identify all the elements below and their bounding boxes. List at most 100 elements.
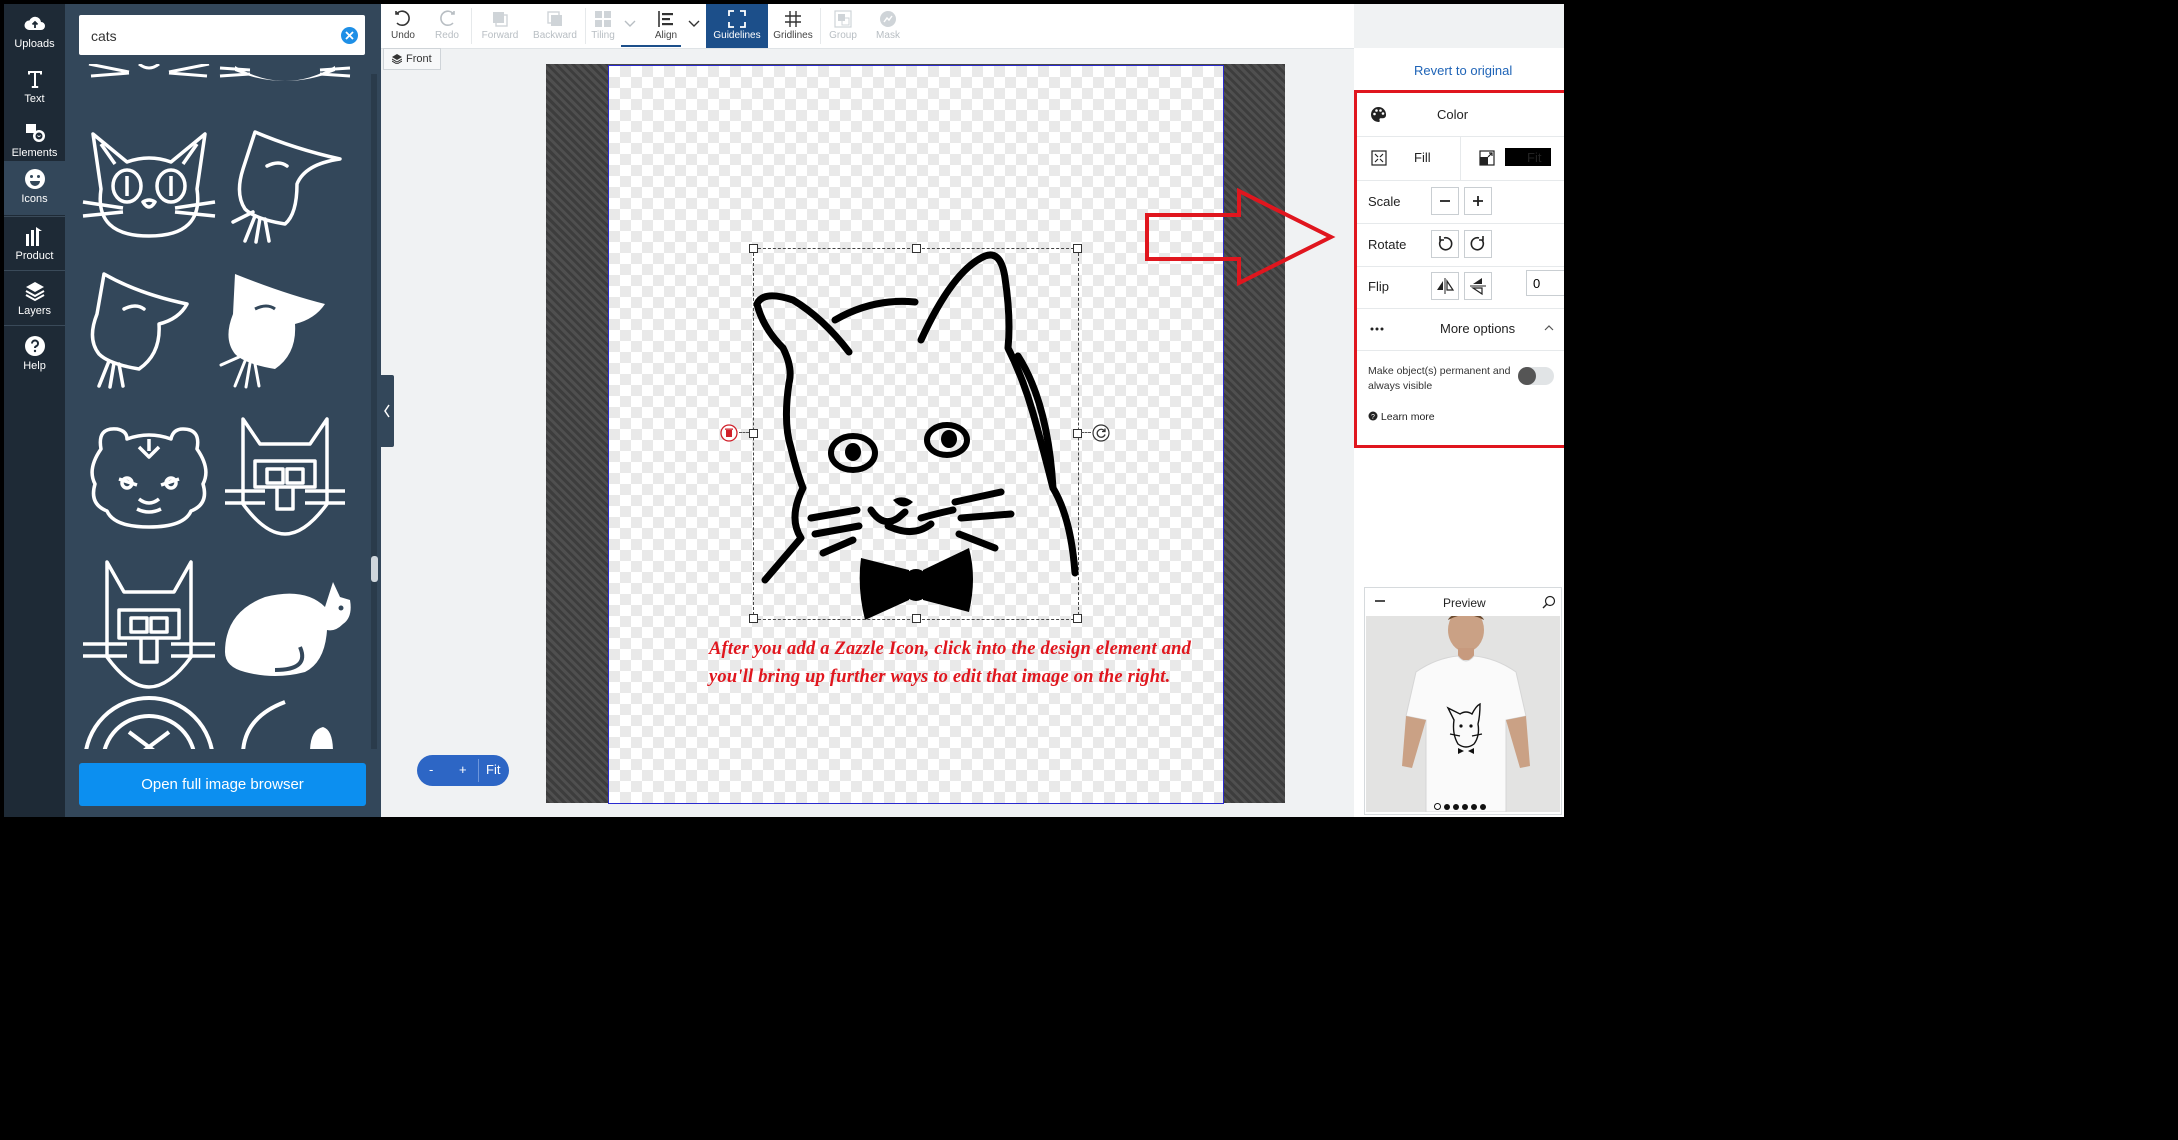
mask-button[interactable]: Mask bbox=[866, 4, 910, 48]
icon-result-partial-2[interactable] bbox=[215, 64, 355, 96]
page-dot[interactable] bbox=[1480, 804, 1486, 810]
rail-label: Uploads bbox=[14, 38, 55, 50]
tiling-button[interactable]: Tiling bbox=[587, 4, 619, 48]
tiling-dropdown[interactable] bbox=[619, 4, 641, 48]
icon-result-cat-totem-2[interactable] bbox=[79, 552, 219, 697]
revert-to-original-link[interactable]: Revert to original bbox=[1414, 63, 1512, 78]
icon-result-partial-1[interactable] bbox=[79, 64, 219, 96]
rail-label: Product bbox=[15, 250, 54, 262]
editing-toolbar: Undo Redo Forward Backward Tiling Align bbox=[381, 4, 1354, 49]
mask-icon bbox=[880, 11, 896, 27]
undo-label: Undo bbox=[391, 30, 415, 41]
collapse-panel-tab[interactable] bbox=[381, 375, 394, 447]
bleed-area-right bbox=[1223, 64, 1285, 803]
text-icon bbox=[27, 71, 42, 88]
icon-scroll-thumb[interactable] bbox=[371, 556, 378, 582]
backward-label: Backward bbox=[533, 30, 577, 41]
zoom-in-button[interactable]: + bbox=[459, 762, 467, 777]
resize-handle-e[interactable] bbox=[1073, 429, 1082, 438]
resize-handle-nw[interactable] bbox=[749, 244, 758, 253]
gridlines-button[interactable]: Gridlines bbox=[768, 4, 818, 48]
icon-result-cat-face[interactable] bbox=[79, 124, 219, 254]
resize-handle-se[interactable] bbox=[1073, 614, 1082, 623]
gridlines-label: Gridlines bbox=[773, 30, 813, 41]
forward-label: Forward bbox=[481, 30, 519, 41]
icon-result-cat-sitting[interactable] bbox=[215, 552, 355, 697]
rotate-handle-icon[interactable] bbox=[1092, 424, 1110, 442]
page-dot-current[interactable] bbox=[1434, 803, 1441, 810]
side-selector-front[interactable]: Front bbox=[383, 48, 441, 70]
rail-divider bbox=[4, 325, 65, 326]
backward-button[interactable]: Backward bbox=[527, 4, 583, 48]
align-label: Align bbox=[654, 30, 678, 41]
search-input[interactable] bbox=[89, 23, 333, 49]
group-label: Group bbox=[829, 30, 857, 41]
icon-result-cat-totem[interactable] bbox=[215, 409, 355, 539]
help-icon bbox=[24, 336, 45, 356]
icon-result-partial-3[interactable] bbox=[79, 692, 219, 749]
rail-label: Help bbox=[23, 360, 46, 372]
delete-icon[interactable] bbox=[720, 424, 738, 442]
icon-result-partial-4[interactable] bbox=[215, 692, 355, 749]
elements-icon bbox=[25, 124, 45, 142]
icon-result-cat-profile[interactable] bbox=[215, 124, 355, 254]
selection-box[interactable] bbox=[753, 248, 1079, 620]
rail-label: Icons bbox=[21, 193, 48, 205]
layers-icon bbox=[25, 282, 44, 302]
page-dot[interactable] bbox=[1444, 804, 1450, 810]
icon-result-cat-profile-solid[interactable] bbox=[215, 269, 355, 399]
clear-search-icon[interactable] bbox=[341, 27, 358, 44]
undo-button[interactable]: Undo bbox=[381, 4, 425, 48]
guidelines-icon bbox=[728, 10, 746, 28]
rail-item-layers[interactable]: Layers bbox=[4, 273, 65, 327]
guidelines-button[interactable]: Guidelines bbox=[706, 4, 768, 48]
cloud-upload-icon bbox=[23, 16, 45, 30]
resize-handle-w[interactable] bbox=[749, 429, 758, 438]
rail-divider bbox=[4, 216, 65, 217]
cat-sitting-icon bbox=[225, 582, 351, 676]
minimize-icon[interactable] bbox=[1375, 599, 1385, 603]
rail-item-text[interactable]: Text bbox=[4, 61, 65, 115]
cat-profile-solid-icon bbox=[219, 274, 325, 389]
resize-handle-n[interactable] bbox=[912, 244, 921, 253]
guidelines-label: Guidelines bbox=[713, 30, 761, 41]
icon-result-cat-angry[interactable] bbox=[79, 409, 219, 539]
rail-item-help[interactable]: Help bbox=[4, 328, 65, 382]
side-label: Front bbox=[406, 53, 432, 65]
group-button[interactable]: Group bbox=[822, 4, 864, 48]
product-preview-image[interactable] bbox=[1366, 616, 1560, 812]
cat-angry-icon bbox=[90, 427, 208, 529]
bring-forward-icon bbox=[493, 12, 508, 27]
chevron-down-icon bbox=[688, 20, 700, 27]
tiling-label: Tiling bbox=[591, 30, 615, 41]
resize-handle-s[interactable] bbox=[912, 614, 921, 623]
group-icon bbox=[834, 10, 852, 28]
rail-item-icons[interactable]: Icons bbox=[4, 161, 65, 215]
forward-button[interactable]: Forward bbox=[473, 4, 527, 48]
rail-item-uploads[interactable]: Uploads bbox=[4, 6, 65, 60]
resize-handle-sw[interactable] bbox=[749, 614, 758, 623]
icon-scroll-track[interactable] bbox=[371, 74, 377, 749]
undo-icon bbox=[395, 10, 410, 26]
rail-label: Elements bbox=[11, 147, 58, 159]
zoom-fit-button[interactable]: Fit bbox=[486, 762, 500, 777]
page-dot[interactable] bbox=[1462, 804, 1468, 810]
open-full-image-browser-button[interactable]: Open full image browser bbox=[79, 763, 366, 806]
resize-handle-ne[interactable] bbox=[1073, 244, 1082, 253]
page-dot[interactable] bbox=[1471, 804, 1477, 810]
preview-title: Preview bbox=[1443, 596, 1486, 610]
redo-button[interactable]: Redo bbox=[425, 4, 469, 48]
cat-totem-icon bbox=[225, 417, 345, 536]
align-icon bbox=[658, 11, 673, 27]
icon-results-grid bbox=[65, 64, 371, 749]
align-dropdown[interactable] bbox=[683, 4, 705, 48]
icon-result-cat-profile-2[interactable] bbox=[79, 269, 219, 399]
zoom-divider bbox=[478, 759, 479, 782]
page-dot[interactable] bbox=[1453, 804, 1459, 810]
zoom-icon[interactable] bbox=[1542, 595, 1556, 609]
preview-panel: Preview bbox=[1364, 587, 1562, 815]
zoom-out-button[interactable]: - bbox=[429, 762, 433, 777]
rail-item-product[interactable]: Product bbox=[4, 218, 65, 272]
rotate-handle-connector bbox=[1081, 432, 1091, 433]
send-backward-icon bbox=[547, 11, 562, 26]
